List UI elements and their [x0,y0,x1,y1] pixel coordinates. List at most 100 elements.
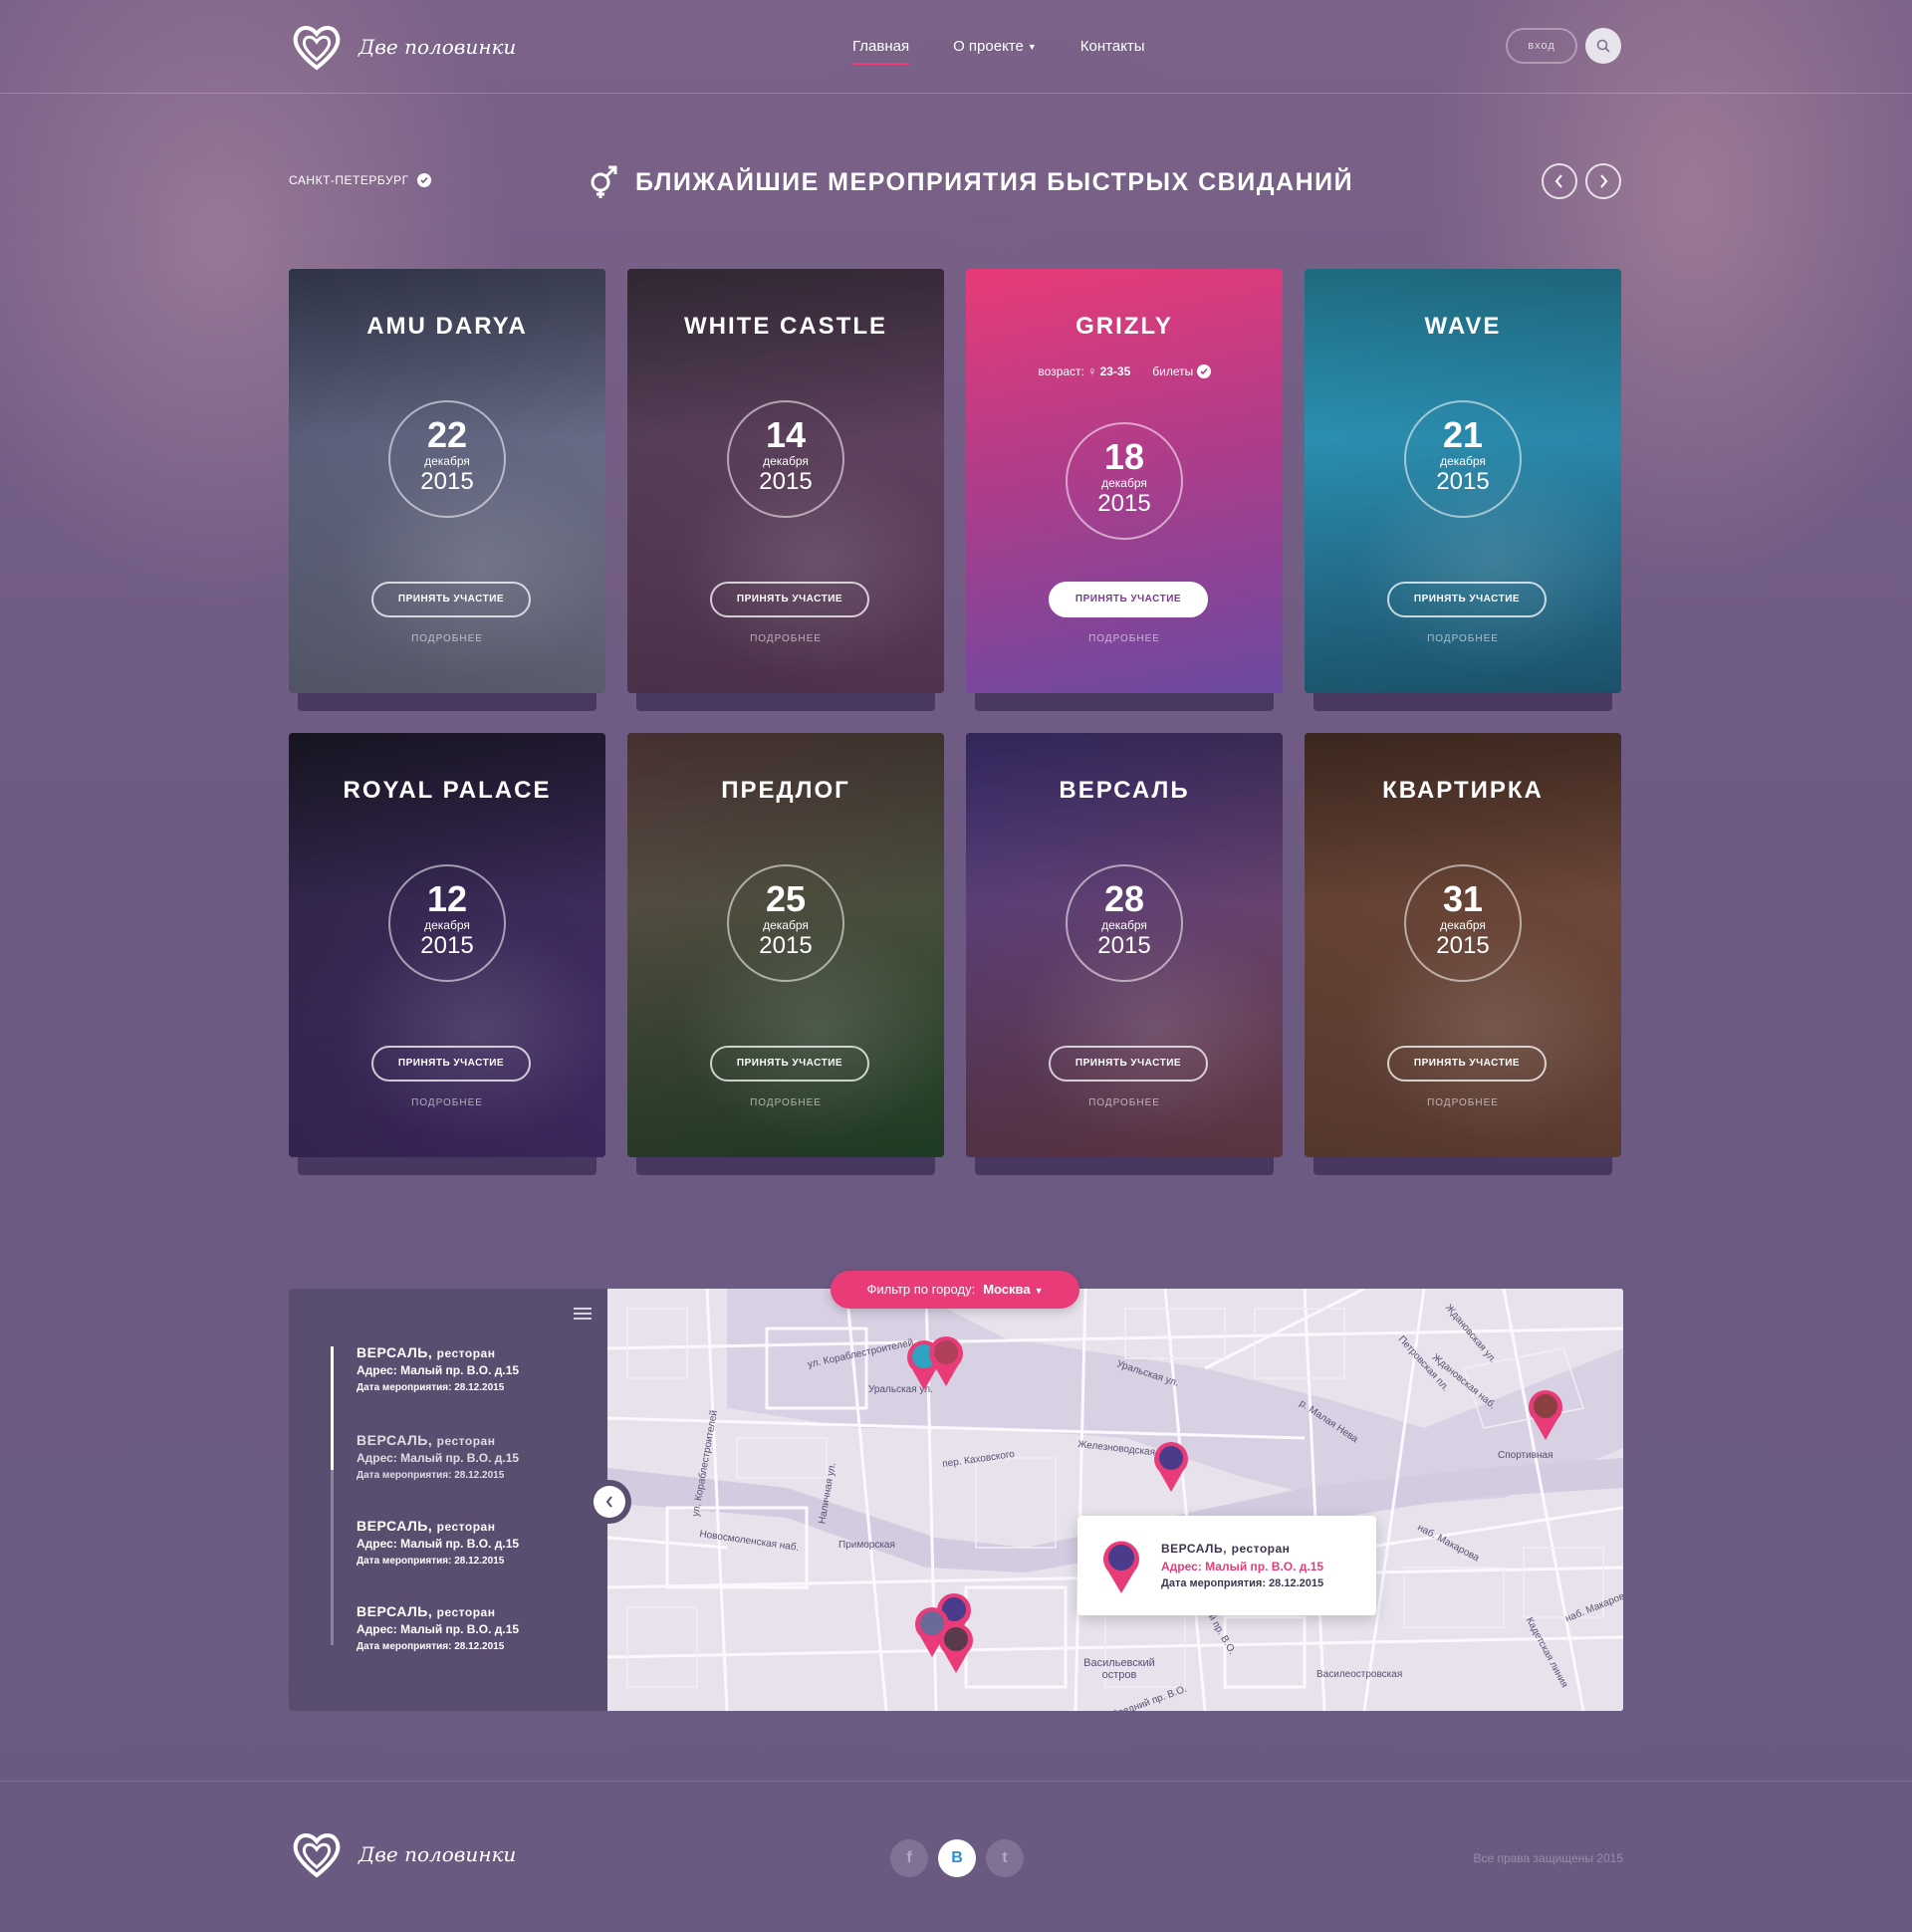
map-label: Васильевский остров [1083,1657,1155,1681]
card-shadow [975,693,1274,711]
check-icon [1196,364,1211,378]
list-item[interactable]: ВЕРСАЛЬ, ресторан Адрес: Малый пр. В.О. д… [357,1344,596,1396]
list-item[interactable]: ВЕРСАЛЬ, ресторан Адрес: Малый пр. В.О. д… [357,1518,596,1570]
map-pin-icon [1103,1541,1139,1593]
event-card[interactable]: ВЕРСАЛЬ 28 декабря 2015 ПРИНЯТЬ УЧАСТИЕ ПОДРО… [966,733,1283,1157]
more-link[interactable]: ПОДРОБНЕЕ [966,633,1283,644]
city-label: САНКТ-ПЕТЕРБУРГ [289,173,409,187]
list-item-address: Адрес: Малый пр. В.О. д.15 [357,1622,520,1636]
nav-item-home[interactable]: Главная [852,38,910,65]
list-item-address: Адрес: Малый пр. В.О. д.15 [357,1537,520,1551]
double-heart-icon [293,26,341,71]
logo-text: Две половинки [358,35,517,59]
card-shadow [298,1157,597,1175]
card-title: КВАРТИРКА [1382,777,1544,804]
more-link[interactable]: ПОДРОБНЕЕ [627,633,944,644]
twitter-icon[interactable]: t [986,1839,1024,1877]
section-title: БЛИЖАЙШИЕ МЕРОПРИЯТИЯ БЫСТРЫХ СВИДАНИЙ [586,165,1353,199]
copyright: Все права защищены 2015 [1473,1851,1623,1865]
popup-name: ВЕРСАЛЬ, [1161,1542,1227,1556]
female-icon: ♀ [1087,364,1097,378]
facebook-icon[interactable]: f [890,1839,928,1877]
map-pin-icon[interactable] [1151,1438,1191,1494]
join-button[interactable]: ПРИНЯТЬ УЧАСТИЕ [1049,582,1208,617]
map-pin-icon[interactable] [1526,1386,1565,1442]
date-month: декабря [763,918,809,932]
popup-date: Дата мероприятия: 28.12.2015 [1161,1577,1324,1589]
date-day: 12 [426,878,468,919]
filter-value: Москва [983,1282,1031,1297]
event-card[interactable]: ROYAL PALACE 12 декабря 2015 ПРИНЯТЬ УЧАСТИЕ… [289,733,605,1157]
vk-icon[interactable]: B [938,1839,976,1877]
next-button[interactable] [1585,163,1621,199]
search-button[interactable] [1585,28,1621,64]
footer-logo[interactable]: Две половинки [289,1829,516,1879]
more-link[interactable]: ПОДРОБНЕЕ [1305,1097,1621,1108]
date-year: 2015 [1097,490,1151,517]
list-item-title: ВЕРСАЛЬ, ресторан [357,1603,596,1621]
card-title: WHITE CASTLE [684,313,887,340]
date-day: 31 [1442,878,1484,919]
logo-text: Две половинки [358,1842,517,1866]
date-circle: 28 декабря 2015 [1066,864,1183,982]
join-button[interactable]: ПРИНЯТЬ УЧАСТИЕ [710,582,869,617]
date-day: 22 [426,414,468,455]
more-link[interactable]: ПОДРОБНЕЕ [289,1097,605,1108]
date-day: 14 [765,414,807,455]
list-item-type: ресторан [436,1520,496,1534]
city-filter[interactable]: Фильтр по городу: Москва ▼ [831,1271,1079,1309]
event-card[interactable]: КВАРТИРКА 31 декабря 2015 ПРИНЯТЬ УЧАСТИЕ ПОД… [1305,733,1621,1157]
event-card[interactable]: GRIZLY возраст: ♀ 23-35 билеты 18 декабря 20… [966,269,1283,693]
events-map[interactable]: ул. Кораблестроителей ул. Кораблестроите… [607,1289,1623,1711]
list-item-type: ресторан [436,1434,496,1448]
date-month: декабря [763,454,809,468]
event-card[interactable]: AMU DARYA 22 декабря 2015 ПРИНЯТЬ УЧАСТИЕ ПОД… [289,269,605,693]
list-item[interactable]: ВЕРСАЛЬ, ресторан Адрес: Малый пр. В.О. д… [357,1603,596,1655]
more-link[interactable]: ПОДРОБНЕЕ [627,1097,944,1108]
date-day: 21 [1442,414,1484,455]
site-header: Две половинки Главная О проекте ▼ Контакт… [0,0,1912,94]
list-item[interactable]: ВЕРСАЛЬ, ресторан Адрес: Малый пр. В.О. д… [357,1432,596,1484]
more-link[interactable]: ПОДРОБНЕЕ [289,633,605,644]
date-circle: 14 декабря 2015 [727,400,844,518]
list-item-date: Дата мероприятия: 28.12.2015 [357,1556,505,1567]
menu-icon[interactable] [574,1307,592,1321]
events-list-panel: ВЕРСАЛЬ, ресторан Адрес: Малый пр. В.О. д… [289,1289,607,1711]
collapse-list-button[interactable] [588,1480,631,1524]
login-button[interactable]: вход [1506,28,1577,64]
join-button[interactable]: ПРИНЯТЬ УЧАСТИЕ [371,582,531,617]
card-shadow [636,1157,935,1175]
logo[interactable]: Две половинки [289,22,516,72]
join-button[interactable]: ПРИНЯТЬ УЧАСТИЕ [1387,582,1547,617]
card-shadow [298,693,597,711]
event-card[interactable]: WAVE 21 декабря 2015 ПРИНЯТЬ УЧАСТИЕ ПОДРОБНЕ… [1305,269,1621,693]
nav-item-contacts[interactable]: Контакты [1080,38,1145,55]
join-button[interactable]: ПРИНЯТЬ УЧАСТИЕ [371,1046,531,1082]
map-pin-icon[interactable] [936,1619,976,1675]
date-year: 2015 [420,468,474,495]
more-link[interactable]: ПОДРОБНЕЕ [966,1097,1283,1108]
card-details: возраст: ♀ 23-35 билеты [966,364,1283,378]
city-selector[interactable]: САНКТ-ПЕТЕРБУРГ [289,173,431,187]
event-card[interactable]: WHITE CASTLE 14 декабря 2015 ПРИНЯТЬ УЧАСТИЕ… [627,269,944,693]
age-label: возраст: [1038,364,1084,378]
chevron-down-icon: ▼ [1027,42,1037,53]
more-link[interactable]: ПОДРОБНЕЕ [1305,633,1621,644]
join-button[interactable]: ПРИНЯТЬ УЧАСТИЕ [1049,1046,1208,1082]
site-footer: Две половинки f B t Все права защищены 2… [0,1781,1912,1932]
map-popup[interactable]: ВЕРСАЛЬ, ресторан Адрес: Малый пр. В.О. … [1077,1516,1376,1615]
nav-item-about[interactable]: О проекте ▼ [953,38,1037,55]
date-year: 2015 [759,932,813,959]
join-button[interactable]: ПРИНЯТЬ УЧАСТИЕ [1387,1046,1547,1082]
join-button[interactable]: ПРИНЯТЬ УЧАСТИЕ [710,1046,869,1082]
map-pin-icon[interactable] [926,1332,966,1388]
list-item-title: ВЕРСАЛЬ, ресторан [357,1518,596,1536]
list-item-date: Дата мероприятия: 28.12.2015 [357,1382,505,1393]
date-month: декабря [424,454,470,468]
event-card[interactable]: ПРЕДЛОГ 25 декабря 2015 ПРИНЯТЬ УЧАСТИЕ ПОДРО… [627,733,944,1157]
tickets-label: билеты [1152,364,1194,378]
date-circle: 22 декабря 2015 [388,400,506,518]
tickets-info: билеты [1152,364,1211,378]
prev-button[interactable] [1542,163,1577,199]
card-shadow [975,1157,1274,1175]
